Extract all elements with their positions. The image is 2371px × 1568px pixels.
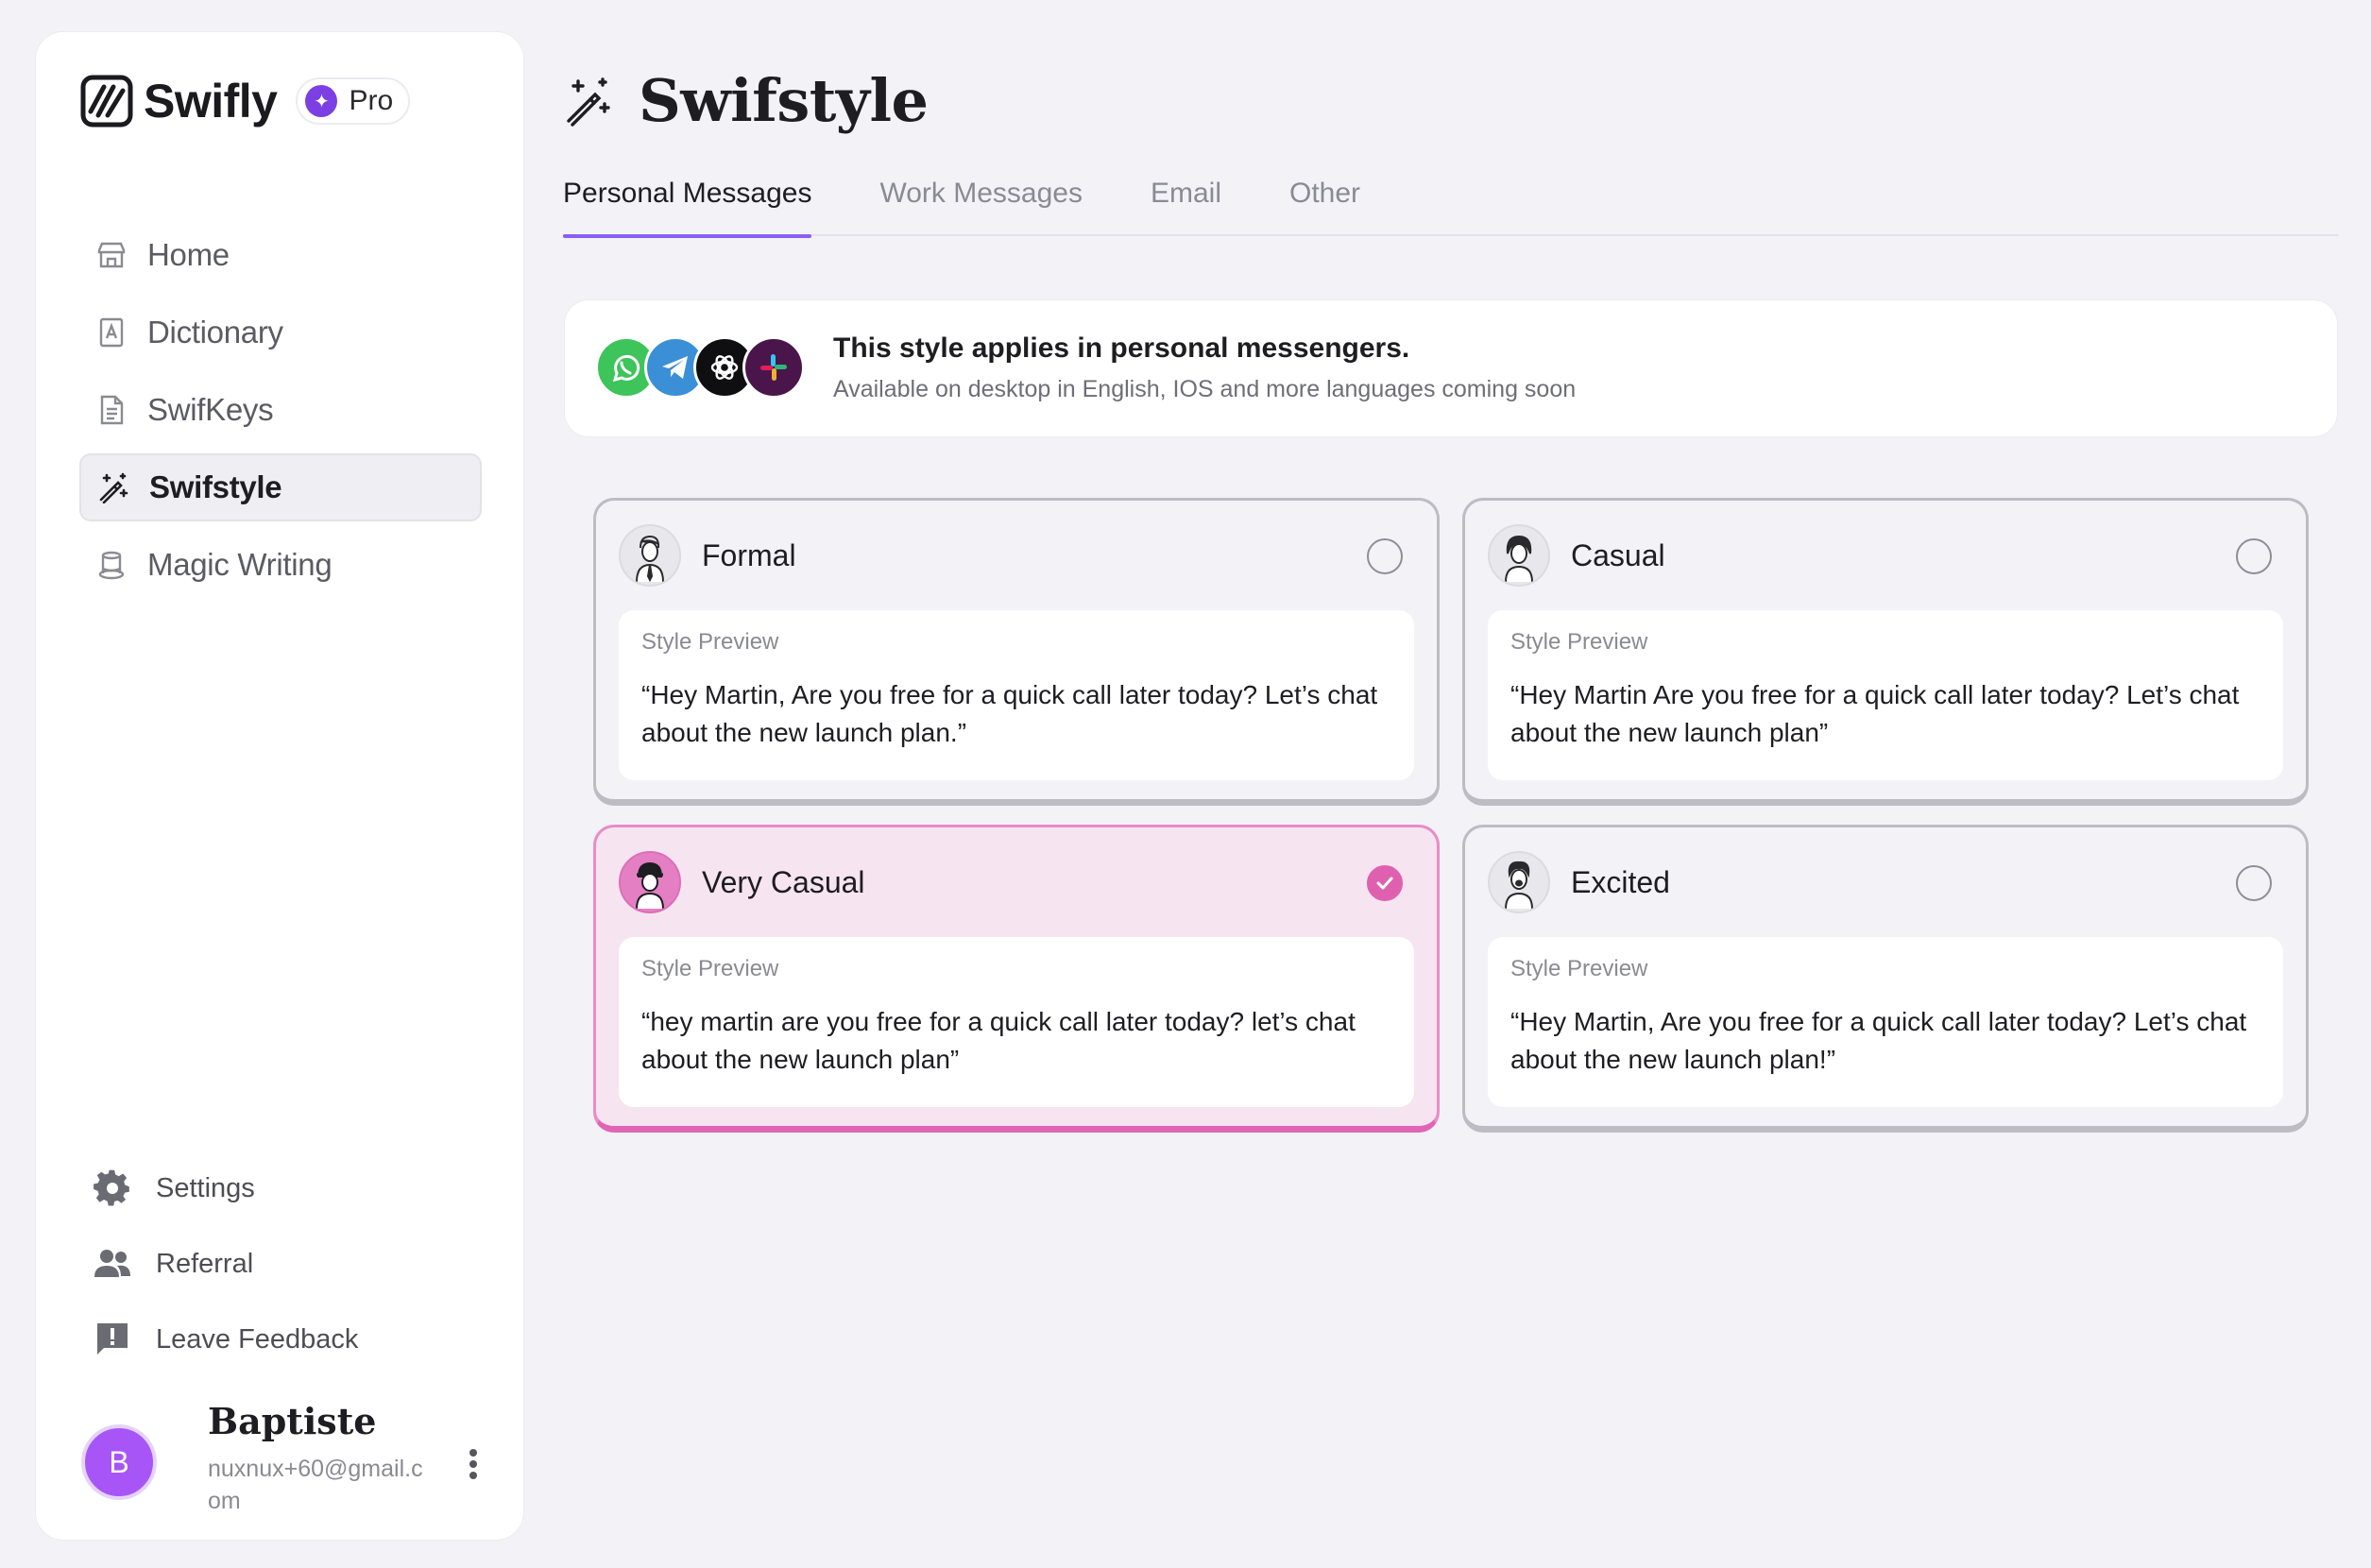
sidebar-item-leave-feedback[interactable]: Leave Feedback	[93, 1302, 489, 1377]
style-preview-label: Style Preview	[641, 956, 779, 981]
brand-name: Swifly	[144, 75, 278, 128]
style-preview: Style Preview “hey martin are you free f…	[619, 937, 1414, 1107]
style-radio[interactable]	[1367, 538, 1403, 574]
info-title: This style applies in personal messenger…	[833, 332, 1410, 364]
leave-feedback-label: Leave Feedback	[156, 1323, 359, 1355]
sidebar-item-label: SwifKeys	[147, 392, 274, 427]
style-radio-checked[interactable]	[1367, 865, 1403, 901]
tab-email[interactable]: Email	[1151, 170, 1221, 236]
formal-persona-icon	[619, 524, 681, 587]
slack-icon	[742, 336, 805, 399]
style-card-very-casual[interactable]: Very Casual Style Preview “hey martin ar…	[593, 825, 1440, 1133]
sidebar-nav: Home Dictionary SwifKeys Swifstyle Magic…	[79, 221, 482, 608]
sidebar-secondary-nav: Settings Referral Leave Feedback	[93, 1150, 489, 1377]
casual-persona-icon	[1488, 524, 1550, 587]
supported-apps	[595, 336, 812, 399]
checkmark-icon	[1376, 877, 1393, 890]
tab-work-messages[interactable]: Work Messages	[879, 170, 1083, 236]
very-casual-persona-icon	[619, 851, 681, 913]
card-header: Excited	[1488, 850, 2283, 914]
card-header: Formal	[619, 523, 1414, 588]
sidebar-item-settings[interactable]: Settings	[93, 1150, 489, 1226]
document-icon	[94, 393, 128, 427]
sidebar-item-home[interactable]: Home	[79, 221, 482, 289]
style-preview: Style Preview “Hey Martin Are you free f…	[1488, 610, 2283, 780]
tab-bar: Personal Messages Work Messages Email Ot…	[563, 170, 2339, 238]
app-window: Swifly ✦ Pro Home Dictionary SwifKeys Sw…	[0, 0, 2371, 1568]
avatar[interactable]: B	[81, 1424, 157, 1500]
style-preview-label: Style Preview	[641, 629, 779, 655]
style-preview: Style Preview “Hey Martin, Are you free …	[1488, 937, 2283, 1107]
style-preview-text: “hey martin are you free for a quick cal…	[641, 1007, 1356, 1074]
user-email: nuxnux+60@gmail.com	[208, 1456, 423, 1514]
card-header: Very Casual	[619, 850, 1414, 914]
tab-personal-messages[interactable]: Personal Messages	[563, 170, 812, 238]
style-preview-text: “Hey Martin, Are you free for a quick ca…	[1510, 1007, 2247, 1074]
style-name: Very Casual	[702, 864, 865, 899]
book-icon	[94, 315, 128, 349]
style-name: Formal	[702, 537, 796, 572]
referral-label: Referral	[156, 1248, 254, 1279]
sidebar-item-dictionary[interactable]: Dictionary	[79, 298, 482, 366]
more-options-icon[interactable]	[464, 1445, 483, 1483]
magic-wand-icon	[567, 77, 610, 127]
style-preview-text: “Hey Martin, Are you free for a quick ca…	[641, 680, 1378, 747]
sidebar: Swifly ✦ Pro Home Dictionary SwifKeys Sw…	[35, 31, 524, 1541]
swifly-logo-icon	[80, 75, 133, 128]
info-banner: This style applies in personal messenger…	[564, 299, 2338, 437]
style-name: Excited	[1571, 864, 1670, 899]
style-preview-text: “Hey Martin Are you free for a quick cal…	[1510, 680, 2240, 747]
sidebar-item-magic-writing[interactable]: Magic Writing	[79, 531, 482, 599]
style-radio[interactable]	[2236, 865, 2272, 901]
style-preview-label: Style Preview	[1510, 956, 1648, 981]
style-preview: Style Preview “Hey Martin, Are you free …	[619, 610, 1414, 780]
style-card-formal[interactable]: Formal Style Preview “Hey Martin, Are yo…	[593, 498, 1440, 806]
sidebar-item-referral[interactable]: Referral	[93, 1226, 489, 1302]
pro-badge[interactable]: ✦ Pro	[296, 77, 411, 125]
store-icon	[94, 238, 128, 272]
style-name: Casual	[1571, 537, 1665, 572]
magic-wand-icon	[96, 470, 130, 504]
page-header: Swifstyle	[563, 66, 929, 135]
sidebar-item-label: Dictionary	[147, 315, 283, 349]
sidebar-item-swifstyle[interactable]: Swifstyle	[79, 453, 482, 521]
people-icon	[93, 1244, 132, 1284]
style-card-casual[interactable]: Casual Style Preview “Hey Martin Are you…	[1462, 498, 2309, 806]
style-card-excited[interactable]: Excited Style Preview “Hey Martin, Are y…	[1462, 825, 2309, 1133]
brand: Swifly ✦ Pro	[79, 74, 411, 128]
sidebar-item-label: Swifstyle	[149, 469, 282, 504]
pro-badge-label: Pro	[349, 85, 394, 116]
sidebar-item-label: Magic Writing	[147, 547, 333, 582]
sidebar-item-label: Home	[147, 237, 230, 272]
card-header: Casual	[1488, 523, 2283, 588]
style-preview-label: Style Preview	[1510, 629, 1648, 655]
gear-icon	[93, 1168, 132, 1208]
user-name: Baptiste	[208, 1400, 377, 1442]
user-profile: B Baptiste nuxnux+60@gmail.com	[81, 1400, 497, 1523]
page-title: Swifstyle	[639, 66, 929, 135]
sparkle-icon: ✦	[305, 85, 338, 117]
settings-label: Settings	[156, 1172, 255, 1203]
sidebar-item-swifkeys[interactable]: SwifKeys	[79, 376, 482, 444]
top-hat-icon	[94, 548, 128, 582]
feedback-icon	[93, 1320, 132, 1359]
tab-other[interactable]: Other	[1289, 170, 1360, 236]
style-radio[interactable]	[2236, 538, 2272, 574]
excited-persona-icon	[1488, 851, 1550, 913]
info-subtitle: Available on desktop in English, IOS and…	[833, 376, 1577, 402]
